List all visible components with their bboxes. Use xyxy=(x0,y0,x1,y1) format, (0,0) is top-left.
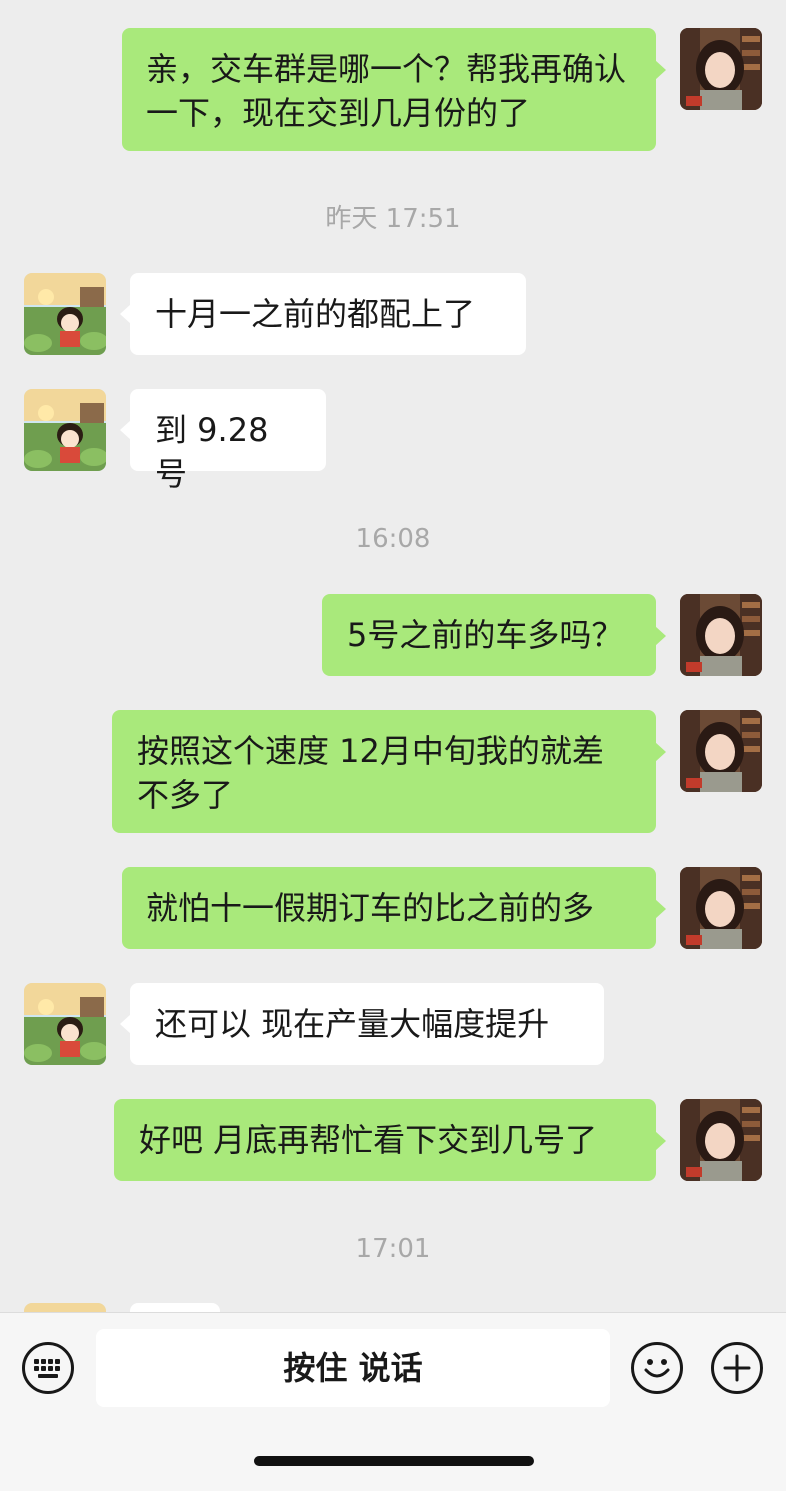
message-bubble-received[interactable] xyxy=(130,1303,220,1312)
message-bubble-received[interactable]: 还可以 现在产量大幅度提升 xyxy=(120,983,604,1065)
message-bubble-sent[interactable]: 好吧 月底再帮忙看下交到几号了 xyxy=(114,1099,666,1181)
avatar-cartoon[interactable] xyxy=(24,983,106,1065)
message-bubble-received[interactable]: 十月一之前的都配上了 xyxy=(120,273,526,355)
timestamp: 昨天 17:51 xyxy=(325,204,461,234)
avatar-girl[interactable] xyxy=(680,710,762,792)
chat-area[interactable]: 亲，交车群是哪一个？帮我再确认一下，现在交到几月份的了 昨天 17:51 十月一… xyxy=(0,0,786,1312)
avatar-cartoon[interactable] xyxy=(24,273,106,355)
message-bubble-received[interactable]: 到 9.28 号 xyxy=(120,389,326,493)
avatar-girl[interactable] xyxy=(680,867,762,949)
message-bubble-sent[interactable]: 按照这个速度 12月中旬我的就差不多了 xyxy=(112,710,666,833)
emoji-icon[interactable] xyxy=(631,1342,683,1394)
message-bubble-sent[interactable]: 亲，交车群是哪一个？帮我再确认一下，现在交到几月份的了 xyxy=(122,28,666,151)
avatar-girl[interactable] xyxy=(680,594,762,676)
input-bar: 按住 说话 xyxy=(0,1312,786,1491)
plus-icon[interactable] xyxy=(711,1342,763,1394)
avatar-cartoon[interactable] xyxy=(24,389,106,471)
hold-to-talk-button[interactable]: 按住 说话 xyxy=(96,1329,610,1407)
keyboard-icon[interactable] xyxy=(22,1342,74,1394)
home-indicator xyxy=(254,1456,534,1466)
avatar-girl[interactable] xyxy=(680,28,762,110)
message-bubble-sent[interactable]: 5号之前的车多吗？ xyxy=(322,594,666,676)
timestamp: 17:01 xyxy=(355,1234,431,1264)
avatar-girl[interactable] xyxy=(680,1099,762,1181)
avatar-cartoon[interactable] xyxy=(24,1303,106,1312)
message-bubble-sent[interactable]: 就怕十一假期订车的比之前的多 xyxy=(122,867,666,949)
timestamp: 16:08 xyxy=(355,524,431,554)
